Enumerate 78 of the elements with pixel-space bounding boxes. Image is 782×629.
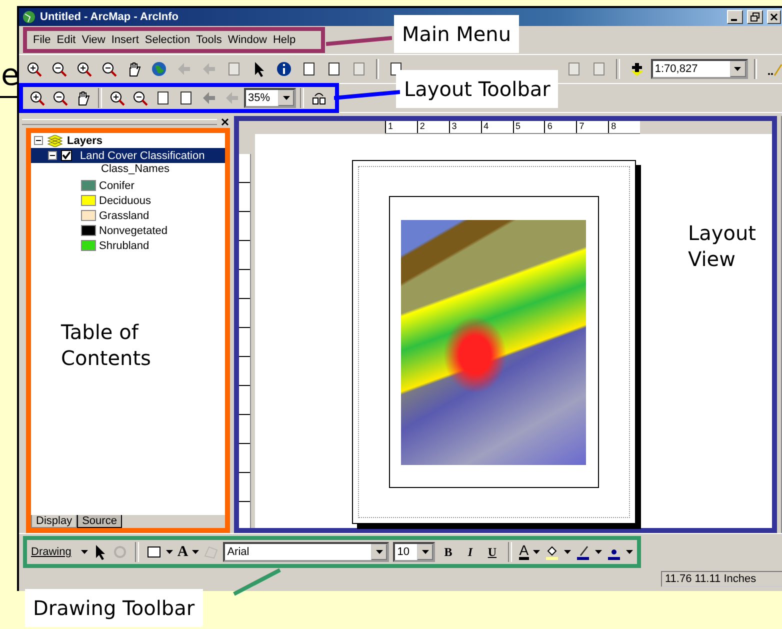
info-icon[interactable]: [276, 61, 292, 77]
ruler-number: 6: [544, 121, 576, 133]
dropdown-arrow-icon[interactable]: [192, 550, 200, 554]
pencil-icon[interactable]: [766, 61, 782, 77]
slide-heading-fragment: e: [1, 58, 20, 93]
callout-label: Layout Toolbar: [396, 70, 558, 108]
close-icon[interactable]: [220, 117, 230, 127]
callout-label: Main Menu: [394, 15, 520, 53]
bold-button[interactable]: B: [439, 544, 458, 560]
menu-item[interactable]: Edit: [56, 34, 76, 46]
globe-icon: [22, 10, 36, 24]
class-label: Grassland: [99, 210, 150, 222]
text-tool[interactable]: A: [177, 544, 188, 560]
drawing-menu[interactable]: Drawing: [31, 546, 72, 558]
dropdown-arrow-icon[interactable]: [734, 67, 742, 71]
layers-icon: [47, 134, 63, 146]
ruler-number: 5: [512, 121, 544, 133]
fixed-zoom-in-icon[interactable]: [109, 90, 125, 106]
zoom-in-icon[interactable]: [26, 61, 42, 77]
restore-icon[interactable]: [747, 10, 763, 24]
class-label: Deciduous: [99, 194, 151, 206]
dropdown-arrow-icon[interactable]: [626, 550, 633, 554]
ruler-number: 7: [576, 121, 608, 133]
field-name: Class_Names: [100, 163, 170, 177]
minimize-icon[interactable]: [727, 10, 743, 24]
fixed-zoom-out-icon[interactable]: [132, 90, 148, 106]
dropdown-arrow-icon[interactable]: [166, 550, 174, 554]
italic-button[interactable]: I: [461, 544, 480, 560]
panel-tab[interactable]: Display: [31, 515, 78, 528]
underline-button[interactable]: U: [483, 544, 502, 560]
window-title: Untitled - ArcMap - ArcInfo: [40, 11, 179, 23]
dropdown-arrow-icon[interactable]: [532, 550, 540, 554]
rectangle-icon[interactable]: [146, 544, 162, 560]
class-label: Shrubland: [99, 240, 150, 252]
class-label: Conifer: [99, 180, 134, 192]
ruler-number: 1: [385, 121, 417, 133]
menu-item[interactable]: Selection: [144, 34, 190, 46]
font-size-field[interactable]: 10: [393, 542, 436, 562]
collapse-icon[interactable]: [34, 136, 43, 145]
dropdown-arrow-icon[interactable]: [594, 550, 602, 554]
ruler-number: 3: [448, 121, 481, 133]
ruler-number: 2: [416, 121, 449, 133]
menu-item[interactable]: Insert: [111, 34, 139, 46]
line-color-icon[interactable]: [574, 544, 591, 560]
dropdown-arrow-icon[interactable]: [564, 550, 571, 554]
fill-bucket-icon[interactable]: [544, 544, 560, 560]
ruler-number: 8: [608, 121, 640, 133]
font-name-field[interactable]: Arial: [223, 542, 390, 562]
layer-row[interactable]: Land Cover Classification: [31, 148, 225, 163]
dropdown-arrow-icon[interactable]: [282, 96, 290, 100]
dropdown-arrow-icon[interactable]: [376, 550, 383, 554]
data-frame-name[interactable]: Layers: [67, 134, 102, 146]
globe-icon[interactable]: [151, 61, 167, 77]
dropdown-arrow-icon[interactable]: [81, 550, 88, 554]
status-coordinates: 11.76 11.11 Inches: [661, 571, 782, 587]
callout-label: Drawing Toolbar: [25, 589, 203, 627]
layer-name: Land Cover Classification: [79, 150, 206, 162]
menu-item[interactable]: View: [82, 34, 106, 46]
ruler-number: 4: [480, 121, 512, 133]
menu-item[interactable]: Help: [272, 34, 296, 46]
font-color-button[interactable]: A: [519, 544, 529, 560]
class-label: Nonvegetated: [99, 224, 168, 236]
layer-checkbox[interactable]: [61, 150, 72, 161]
menu-item[interactable]: Window: [228, 34, 267, 46]
toggle-draft-mode-icon[interactable]: [311, 90, 327, 106]
menu-item[interactable]: File: [33, 34, 51, 46]
fixed-zoom-in-icon[interactable]: [76, 61, 92, 77]
fixed-zoom-out-icon[interactable]: [101, 61, 117, 77]
dropdown-arrow-icon[interactable]: [422, 550, 429, 554]
zoom-percent-field[interactable]: 35%: [244, 88, 296, 108]
page-zoom-out-icon[interactable]: [52, 90, 68, 106]
menu-item[interactable]: Tools: [196, 34, 222, 46]
map-scale-field[interactable]: 1:70,827: [650, 59, 748, 79]
panel-tab[interactable]: Source: [77, 515, 122, 528]
page-zoom-in-icon[interactable]: [29, 90, 45, 106]
add-data-icon[interactable]: [628, 61, 645, 77]
zoom-out-icon[interactable]: [51, 61, 67, 77]
collapse-icon[interactable]: [48, 151, 57, 160]
